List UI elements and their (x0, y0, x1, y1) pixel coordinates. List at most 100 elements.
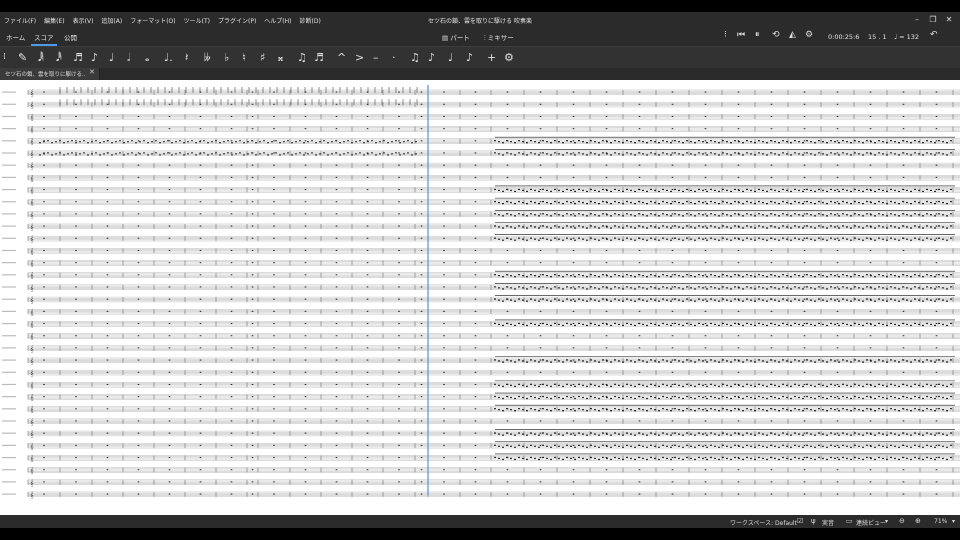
note-input-pen-icon[interactable]: ✎ (18, 51, 27, 64)
concert-pitch-check-icon[interactable]: ☑ (797, 517, 803, 525)
mixer-icon: ⫶ (484, 34, 486, 42)
document-tab-bar: セツ石の鎖、雲を取りに駆ける... ✕ (0, 68, 960, 80)
playback-settings-icon[interactable]: ⁝ (724, 30, 727, 40)
bottom-letterbox (0, 528, 960, 540)
svg-text:𝄞: 𝄞 (30, 345, 34, 353)
tab-home[interactable]: ホーム (6, 32, 25, 42)
zoom-in-icon[interactable]: ⊕ (915, 517, 921, 525)
score-svg[interactable]: 𝄞 𝄞 𝄞 𝄞 𝄞 𝄞 𝄞 𝄞 𝄞 𝄞 𝄞 𝄞 𝄞 𝄞 𝄞 𝄞 𝄞 𝄞 𝄞 𝄞 𝄞 𝄞 𝄞 𝄞 𝄞 𝄞 𝄞 𝄞 𝄞 𝄞 𝄞 𝄞 𝄞 𝄞 (0, 80, 960, 515)
workspace-label[interactable]: ワークスペース: Default (730, 518, 797, 527)
menu-format[interactable]: フォーマット(O) (130, 16, 175, 25)
svg-text:𝄞: 𝄞 (30, 442, 34, 450)
zoom-out-icon[interactable]: ⊖ (899, 517, 905, 525)
mixer-label: ミキサー (487, 34, 514, 42)
32nd-note-icon[interactable]: 𝅘𝅥𝅱 (56, 51, 62, 64)
metronome-icon[interactable]: ◭ (789, 30, 796, 40)
natural-icon[interactable]: ♮ (242, 51, 246, 64)
voice-icon[interactable]: ♪ (466, 51, 473, 64)
svg-text:𝄞: 𝄞 (30, 320, 34, 328)
playback-time: 0:00:25:6 (828, 33, 860, 41)
minimize-icon[interactable]: – (910, 14, 924, 26)
tenuto-icon[interactable]: – (373, 51, 379, 64)
sharp-icon[interactable]: ♯ (260, 51, 265, 64)
augmentation-dot-icon[interactable]: ♩. (164, 51, 173, 64)
accent-icon[interactable]: > (355, 51, 364, 64)
svg-text:𝄞: 𝄞 (30, 260, 34, 268)
svg-text:𝄞: 𝄞 (30, 89, 34, 97)
staccato-icon[interactable]: · (392, 51, 396, 64)
close-icon[interactable]: ✕ (942, 14, 956, 26)
parts-icon: ▤ (442, 34, 449, 42)
view-mode-icon: ▭ (846, 517, 853, 525)
rest-icon[interactable]: 𝄽 (185, 51, 188, 64)
marcato-icon[interactable]: ^ (337, 51, 346, 64)
flip-direction-icon[interactable]: ♪ (428, 51, 435, 64)
svg-text:𝄞: 𝄞 (30, 333, 34, 341)
menu-edit[interactable]: 編集(E) (44, 16, 64, 25)
svg-text:𝄞: 𝄞 (30, 296, 34, 304)
beam-icon[interactable]: ♫ (410, 51, 420, 64)
drag-handle-icon[interactable]: ⁞ (3, 51, 6, 64)
svg-text:𝄞: 𝄞 (30, 467, 34, 475)
svg-text:𝄞: 𝄞 (30, 418, 34, 426)
chevron-down-icon[interactable]: ▾ (885, 518, 888, 525)
menu-diagnostic[interactable]: 診断(D) (300, 16, 321, 25)
view-mode-select[interactable]: 連続ビュー (856, 518, 886, 527)
svg-text:𝄞: 𝄞 (30, 223, 34, 231)
pause-icon[interactable]: ⏸ (755, 30, 760, 40)
score-canvas[interactable]: 𝄞 𝄞 𝄞 𝄞 𝄞 𝄞 𝄞 𝄞 𝄞 𝄞 𝄞 𝄞 𝄞 𝄞 𝄞 𝄞 𝄞 𝄞 𝄞 𝄞 𝄞 𝄞 𝄞 𝄞 𝄞 𝄞 𝄞 𝄞 𝄞 𝄞 𝄞 𝄞 𝄞 𝄞 (0, 80, 960, 515)
tab-publish[interactable]: 公開 (64, 32, 77, 42)
zoom-chevron-icon[interactable]: ▾ (952, 518, 955, 525)
menu-file[interactable]: ファイル(F) (4, 16, 36, 25)
menu-bar: ファイル(F) 編集(E) 表示(V) 追加(A) フォーマット(O) ツール(… (0, 12, 960, 28)
double-flat-icon[interactable]: 𝄫 (204, 51, 211, 64)
rewind-icon[interactable]: ⏮ (737, 30, 745, 40)
concert-pitch-label[interactable]: 実音 (822, 518, 834, 527)
svg-text:𝄞: 𝄞 (30, 113, 34, 121)
restore-icon[interactable]: ❐ (926, 14, 940, 26)
menu-add[interactable]: 追加(A) (101, 16, 122, 25)
menu-plugins[interactable]: プラグイン(P) (218, 16, 256, 25)
top-letterbox (0, 0, 960, 12)
svg-text:𝄞: 𝄞 (30, 247, 34, 255)
menu-help[interactable]: ヘルプ(H) (264, 16, 291, 25)
status-bar: ワークスペース: Default ☑ ψ 実音 ▭ 連続ビュー ▾ ⊖ ⊕ 71… (0, 515, 960, 528)
parts-button[interactable]: ▤ パート (442, 32, 470, 42)
menu-tools[interactable]: ツール(T) (184, 16, 210, 25)
document-tab[interactable]: セツ石の鎖、雲を取りに駆ける... ✕ (0, 68, 100, 80)
tie-icon[interactable]: ♫ (297, 51, 307, 64)
half-note-icon[interactable]: 𝅗𝅥 (127, 51, 131, 64)
settings-icon[interactable]: ⚙ (504, 51, 514, 64)
svg-text:𝄞: 𝄞 (30, 454, 34, 462)
document-tab-label: セツ石の鎖、雲を取りに駆ける... (5, 72, 85, 78)
flat-icon[interactable]: ♭ (224, 51, 229, 64)
slur-icon[interactable]: ♬ (314, 51, 324, 64)
svg-text:𝄞: 𝄞 (30, 369, 34, 377)
svg-text:𝄞: 𝄞 (30, 150, 34, 158)
svg-text:𝄞: 𝄞 (30, 101, 34, 109)
double-sharp-icon[interactable]: 𝄪 (278, 51, 283, 64)
undo-icon[interactable]: ↶ (930, 30, 938, 40)
eighth-note-icon[interactable]: ♪ (91, 51, 98, 64)
loop-icon[interactable]: ⟲ (772, 30, 780, 40)
close-tab-icon[interactable]: ✕ (89, 68, 95, 76)
svg-text:𝄞: 𝄞 (30, 357, 34, 365)
whole-note-icon[interactable]: 𝅝 (145, 51, 149, 64)
svg-text:𝄞: 𝄞 (30, 235, 34, 243)
svg-text:𝄞: 𝄞 (30, 211, 34, 219)
mixer-button[interactable]: ⫶ ミキサー (484, 32, 514, 43)
tab-score[interactable]: スコア (34, 32, 54, 42)
add-icon[interactable]: + (487, 51, 496, 64)
parts-label: パート (450, 34, 470, 42)
16th-note-icon[interactable]: ♬ (73, 51, 83, 64)
menu-view[interactable]: 表示(V) (73, 16, 94, 25)
main-tab-bar: ホーム スコア 公開 ▤ パート ⫶ ミキサー ⁝ ⏮ ⏸ ⟲ ◭ ⚙ 0:00… (0, 28, 960, 46)
tuplet-icon[interactable]: ♩ (448, 51, 453, 64)
svg-text:𝄞: 𝄞 (30, 199, 34, 207)
playback-gear-icon[interactable]: ⚙ (805, 30, 813, 40)
svg-text:𝄞: 𝄞 (30, 284, 34, 292)
svg-text:𝄞: 𝄞 (30, 174, 34, 182)
64th-note-icon[interactable]: 𝅘𝅥𝅲 (38, 51, 44, 64)
zoom-level[interactable]: 71% (934, 518, 947, 525)
quarter-note-icon[interactable]: ♩ (109, 51, 114, 64)
